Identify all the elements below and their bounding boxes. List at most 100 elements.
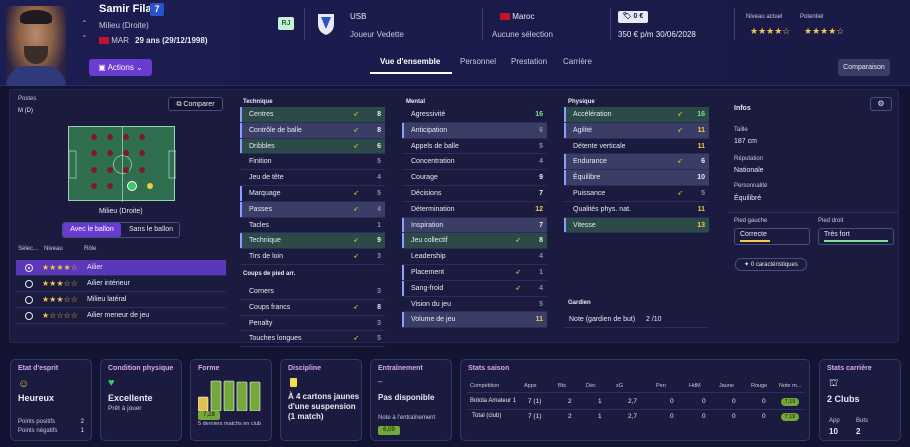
attr-row: Accélération ➶ 16 — [564, 107, 709, 123]
mood-pos-label: Points positifs — [18, 419, 56, 425]
mood-neg-label: Points négatifs — [18, 428, 58, 434]
position-dot[interactable] — [91, 183, 97, 189]
discipline-card[interactable]: Discipline À 4 cartons jaunes d'une susp… — [280, 359, 362, 441]
stadium-icon: ⛫ — [829, 378, 839, 389]
player-avatar — [6, 6, 66, 86]
trend-icon: ➶ — [353, 237, 359, 245]
role-row[interactable]: ★★★★☆ Ailier — [16, 260, 226, 276]
mood-card[interactable]: Etat d'esprit ☺ Heureux Points positifs … — [10, 359, 92, 441]
position-dot[interactable] — [91, 167, 97, 173]
col-pen: Pen — [656, 383, 666, 389]
tab-overview[interactable]: Vue d'ensemble — [380, 57, 440, 66]
player-name: Samir Filali — [99, 3, 158, 15]
training-title: Entraînement — [378, 365, 423, 372]
stat-cell: 0 — [732, 413, 736, 420]
training-card[interactable]: Entraînement – Pas disponible Note à l'e… — [370, 359, 452, 441]
attr-row: Équilibre 10 — [564, 170, 709, 186]
trend-icon: ➶ — [677, 126, 683, 134]
stat-cell: 2,7 — [628, 398, 638, 405]
role-row[interactable]: ★☆☆☆☆ Ailier meneur de jeu — [16, 308, 226, 324]
trend-icon: ➶ — [677, 189, 683, 197]
position-dot[interactable] — [139, 134, 145, 140]
form-bar — [223, 380, 235, 411]
morocco-flag-icon — [500, 13, 510, 21]
personality-value: Équilibré — [734, 195, 762, 202]
position-role-text: Milieu (Droite) — [99, 208, 143, 215]
attr-row: Volume de jeu 11 — [402, 312, 547, 329]
without-ball-button[interactable]: Sans le ballon — [123, 223, 179, 237]
trend-icon: ➶ — [677, 158, 683, 166]
attr-row: Qualités phys. nat. 11 — [564, 202, 709, 218]
wage-contract: 350 € p/m 30/06/2028 — [618, 30, 696, 39]
trend-icon: ➶ — [353, 111, 359, 118]
attr-row: Dribbles ➶ 6 — [240, 138, 385, 155]
attr-row: Vitesse 13 — [564, 217, 709, 234]
stat-cell: 0 — [732, 398, 736, 405]
tab-personal[interactable]: Personnel — [460, 57, 496, 66]
season-stats-card[interactable]: Stats saison Compétition Apps Bts Déc xG… — [460, 359, 810, 441]
trend-icon: ➶ — [353, 205, 359, 213]
club-crest-icon[interactable] — [316, 12, 336, 36]
radio-icon[interactable] — [25, 312, 33, 320]
tag-icon: 🏷 — [622, 13, 634, 20]
attr-row: Concentration 4 — [402, 154, 547, 171]
form-card[interactable]: Forme 7,28 5 derniers matchs en club — [190, 359, 272, 441]
actions-button[interactable]: ▣ Actions ⌄ — [89, 59, 152, 76]
club-name[interactable]: USB — [350, 12, 366, 21]
position-dot[interactable] — [107, 150, 113, 156]
infos-settings-icon[interactable]: ⚙ — [870, 97, 892, 111]
col-assists: Déc — [586, 383, 596, 389]
position-dot-secondary[interactable] — [147, 183, 153, 189]
trend-icon: ➶ — [515, 237, 521, 245]
trend-icon: ➶ — [353, 335, 359, 343]
attr-row: Coups francs ➶ 8 — [240, 300, 385, 316]
tab-performance[interactable]: Prestation — [511, 57, 547, 66]
position-pitch — [68, 126, 176, 202]
selected-position-dot[interactable] — [127, 181, 137, 191]
attr-row: Corners 3 — [240, 284, 385, 300]
radio-icon[interactable] — [25, 280, 33, 288]
attr-row: Tirs de loin ➶ 3 — [240, 249, 385, 265]
with-ball-button[interactable]: Avec le ballon — [63, 223, 121, 237]
attr-row: Sang-froid ➶ 4 — [402, 280, 547, 297]
position-dot[interactable] — [123, 150, 129, 156]
mood-title: Etat d'esprit — [18, 365, 59, 372]
role-row[interactable]: ★★★☆☆ Ailier intérieur — [16, 276, 226, 292]
position-dot[interactable] — [107, 183, 113, 189]
stat-cell: 2 — [568, 398, 572, 405]
traits-badge[interactable]: ✦ 0 caractéristiques — [735, 258, 807, 271]
position-dot[interactable] — [107, 167, 113, 173]
right-foot-box: Très fort — [818, 228, 894, 245]
mood-pos-value: 2 — [80, 419, 84, 425]
tab-career[interactable]: Carrière — [563, 57, 592, 66]
position-dot[interactable] — [123, 134, 129, 140]
career-app-value: 10 — [829, 427, 838, 436]
position-dot[interactable] — [91, 134, 97, 140]
position-dot[interactable] — [139, 167, 145, 173]
trend-icon: ➶ — [515, 284, 521, 292]
role-row[interactable]: ★★★☆☆ Milieu latéral — [16, 292, 226, 308]
chevron-down-icon: ⌄ — [136, 63, 143, 72]
col-goals: Bts — [558, 383, 566, 389]
career-stats-card[interactable]: Stats carrière ⛫ 2 Clubs App 10 Buts 2 — [819, 359, 901, 441]
radio-icon[interactable] — [25, 296, 33, 304]
position-dot[interactable] — [139, 150, 145, 156]
actions-icon: ▣ — [98, 63, 108, 72]
radio-icon[interactable] — [25, 264, 33, 272]
goalkeeper-row: Note (gardien de but) 2 /10 — [564, 312, 709, 328]
position-dot[interactable] — [91, 150, 97, 156]
compare-button[interactable]: ⧉ Comparer — [168, 97, 223, 111]
left-foot-label: Pied gauche — [734, 218, 768, 224]
attr-row: Jeu collectif ➶ 8 — [402, 233, 547, 250]
position-dot[interactable] — [123, 167, 129, 173]
comparison-button[interactable]: Comparaison — [838, 59, 890, 76]
training-note-label: Note à l'entraînement — [378, 415, 436, 421]
country: Maroc — [500, 12, 534, 21]
attr-row: Finition 5 — [240, 154, 385, 171]
fitness-card[interactable]: Condition physique ♥ Excellente Prêt à j… — [100, 359, 182, 441]
stat-cell: 0 — [702, 398, 706, 405]
form-bar — [210, 380, 222, 411]
sort-arrows-icon[interactable]: ⌃ ⌄ — [81, 18, 91, 40]
stat-cell: 7 (1) — [528, 413, 542, 420]
position-dot[interactable] — [107, 134, 113, 140]
